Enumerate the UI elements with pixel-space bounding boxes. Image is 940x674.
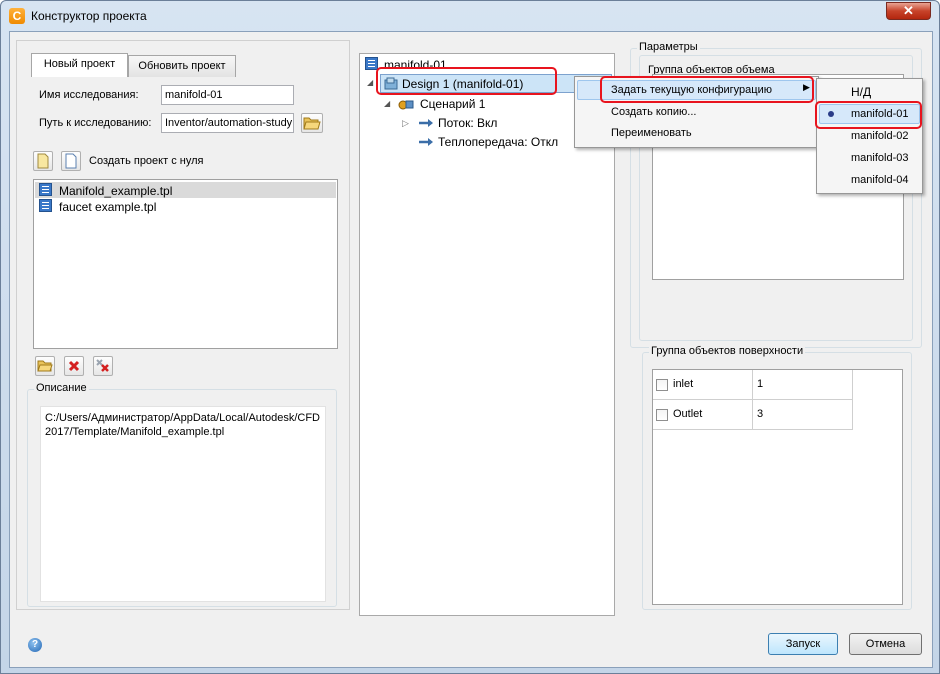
study-path-input[interactable]: Inventor/automation-study xyxy=(161,113,294,133)
surface-value[interactable]: 1 xyxy=(757,378,763,390)
submenu-item-manifold-02[interactable]: manifold-02 xyxy=(851,130,908,142)
tab-update-project[interactable]: Обновить проект xyxy=(128,55,236,77)
menu-item-rename[interactable]: Переименовать xyxy=(611,127,692,139)
cancel-button[interactable]: Отмена xyxy=(849,633,922,655)
surface-table: inlet 1 Outlet 3 xyxy=(652,369,903,605)
folder-open-icon xyxy=(37,360,53,372)
surface-checkbox[interactable] xyxy=(656,409,668,421)
file-yellow-icon xyxy=(37,153,49,169)
folder-open-icon xyxy=(303,117,321,130)
study-name-label: Имя исследования: xyxy=(39,89,139,101)
menu-item-copy[interactable]: Создать копию... xyxy=(611,106,696,118)
study-path-label: Путь к исследованию: xyxy=(39,117,152,129)
arrow-right-icon xyxy=(419,119,433,127)
flow-label[interactable]: Поток: Вкл xyxy=(438,116,497,130)
expand-triangle-icon[interactable]: ◢ xyxy=(384,99,390,108)
project-builder-window: C Конструктор проекта ✕ Новый проект Обн… xyxy=(0,0,940,674)
table-row[interactable]: Outlet 3 xyxy=(653,400,853,430)
template-file-icon xyxy=(39,183,52,196)
open-template-button[interactable] xyxy=(35,356,55,376)
app-icon: C xyxy=(9,8,25,24)
surface-value[interactable]: 3 xyxy=(757,408,763,420)
expand-triangle-icon[interactable]: ◢ xyxy=(367,78,373,87)
highlight-manifold-01 xyxy=(815,101,922,129)
list-item[interactable]: faucet example.tpl xyxy=(35,198,336,214)
heat-transfer-label[interactable]: Теплопередача: Откл xyxy=(438,135,558,149)
highlight-design xyxy=(376,67,557,95)
window-title: Конструктор проекта xyxy=(31,9,147,23)
scenario-label[interactable]: Сценарий 1 xyxy=(420,97,485,111)
new-file-button[interactable] xyxy=(33,151,53,171)
help-icon[interactable]: ? xyxy=(28,638,42,652)
surface-checkbox[interactable] xyxy=(656,379,668,391)
create-from-scratch-label: Создать проект с нуля xyxy=(89,155,204,167)
tab-new-project[interactable]: Новый проект xyxy=(31,53,128,77)
submenu-item-na[interactable]: Н/Д xyxy=(851,85,871,99)
description-legend: Описание xyxy=(34,382,89,394)
template-name: faucet example.tpl xyxy=(59,200,157,214)
delete-x-icon xyxy=(68,360,80,372)
run-button[interactable]: Запуск xyxy=(768,633,838,655)
surface-group-legend: Группа объектов поверхности xyxy=(649,345,806,357)
description-text: C:/Users/Администратор/AppData/Local/Aut… xyxy=(40,406,326,602)
left-panel: Новый проект Обновить проект Имя исследо… xyxy=(16,40,350,610)
template-name: Manifold_example.tpl xyxy=(59,184,173,198)
blank-document-icon xyxy=(65,153,77,169)
template-file-icon xyxy=(39,199,52,212)
collapse-triangle-icon[interactable]: ▷ xyxy=(402,118,409,129)
highlight-set-config xyxy=(600,76,814,103)
config-submenu: Н/Д manifold-01 manifold-02 manifold-03 … xyxy=(816,78,923,194)
delete-template-button[interactable] xyxy=(64,356,84,376)
title-bar: C Конструктор проекта ✕ xyxy=(1,1,939,31)
delete-all-icon xyxy=(96,359,109,372)
description-group: Описание C:/Users/Администратор/AppData/… xyxy=(27,382,337,607)
arrow-right-icon xyxy=(419,138,433,146)
blank-project-button[interactable] xyxy=(61,151,81,171)
surface-group: Группа объектов поверхности inlet 1 Outl… xyxy=(642,345,912,610)
delete-all-templates-button[interactable] xyxy=(93,356,113,376)
surface-name: Outlet xyxy=(673,408,703,420)
browse-folder-button[interactable] xyxy=(301,113,323,133)
surface-name: inlet xyxy=(673,378,694,390)
study-name-input[interactable]: manifold-01 xyxy=(161,85,294,105)
submenu-item-manifold-04[interactable]: manifold-04 xyxy=(851,174,908,186)
table-row[interactable]: inlet 1 xyxy=(653,370,853,430)
parameters-legend: Параметры xyxy=(637,41,700,53)
list-item[interactable]: Manifold_example.tpl xyxy=(35,182,336,198)
submenu-item-manifold-03[interactable]: manifold-03 xyxy=(851,152,908,164)
template-list[interactable]: Manifold_example.tpl faucet example.tpl xyxy=(33,179,338,349)
scenario-icon xyxy=(398,100,414,110)
close-button[interactable]: ✕ xyxy=(886,2,931,20)
